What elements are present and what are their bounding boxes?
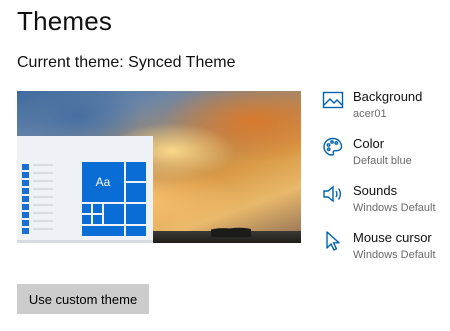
preview-tile: [126, 226, 146, 236]
palette-icon: [322, 136, 344, 158]
preview-tile: [93, 204, 102, 213]
current-theme-heading: Current theme: Synced Theme: [17, 54, 236, 71]
preview-tile: [93, 215, 102, 224]
preview-tile-aa: Aa: [82, 162, 124, 202]
preview-tile: [82, 226, 124, 236]
cursor-icon: [322, 230, 344, 252]
setting-value: Default blue: [353, 155, 412, 167]
preview-window-sidebar: [22, 164, 29, 234]
preview-tile: [126, 183, 146, 202]
speaker-icon: [322, 183, 344, 205]
setting-label: Color: [353, 136, 385, 151]
setting-label: Mouse cursor: [353, 230, 432, 245]
preview-start-tiles: Aa: [82, 162, 147, 242]
picture-icon: [322, 89, 344, 111]
preview-tile: [126, 162, 146, 181]
preview-tile: [104, 204, 124, 224]
setting-label: Sounds: [353, 183, 398, 198]
setting-value: Windows Default: [353, 249, 436, 261]
color-setting[interactable]: Color Default blue: [320, 133, 450, 173]
setting-value: Windows Default: [353, 202, 436, 214]
background-setting[interactable]: Background acer01: [320, 86, 450, 126]
preview-tile: [82, 215, 91, 224]
sounds-setting[interactable]: Sounds Windows Default: [320, 180, 450, 220]
setting-label: Background: [353, 89, 423, 104]
preview-tile: [126, 204, 146, 224]
preview-landscape-trees: [211, 225, 251, 237]
mouse-cursor-setting[interactable]: Mouse cursor Windows Default: [320, 227, 450, 267]
theme-preview: Aa: [17, 91, 301, 243]
setting-value: acer01: [353, 108, 387, 120]
preview-tile: [82, 204, 91, 213]
page-title: Themes: [17, 6, 113, 36]
use-custom-theme-button[interactable]: Use custom theme: [17, 284, 149, 314]
preview-window-lines: [33, 164, 53, 234]
